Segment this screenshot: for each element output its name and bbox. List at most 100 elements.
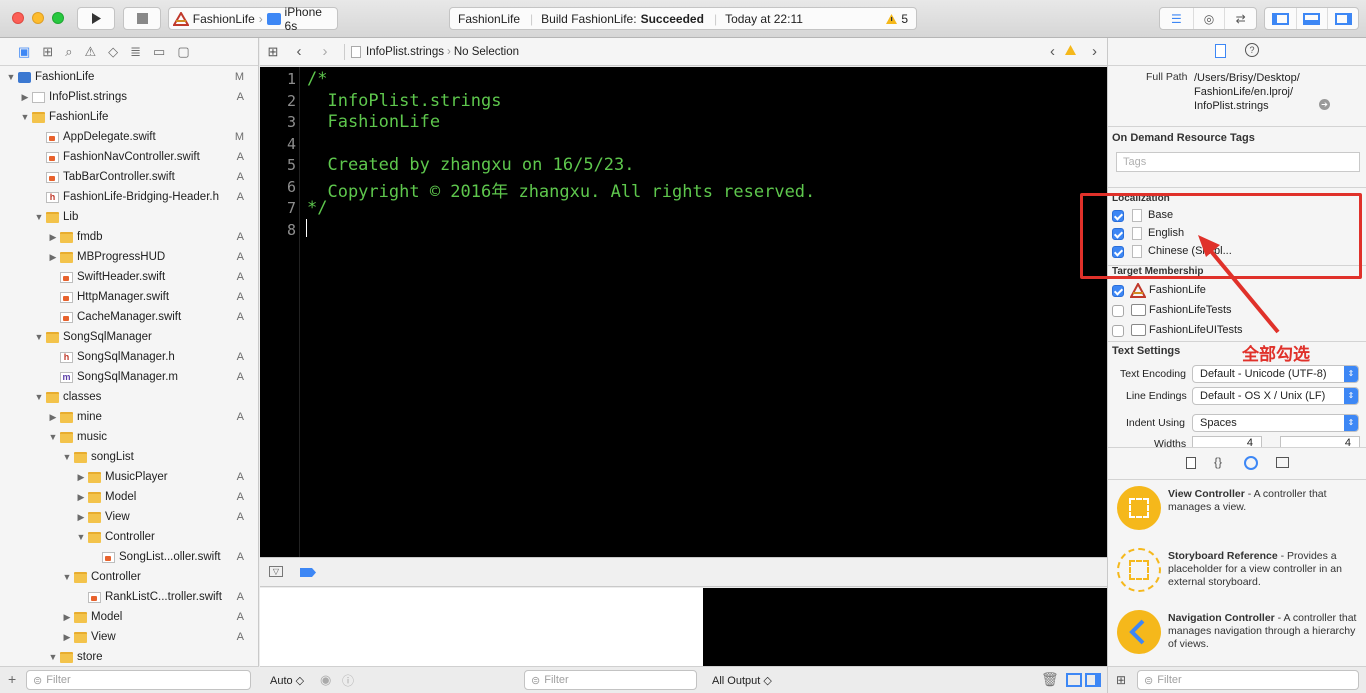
next-issue-icon[interactable]: › — [1092, 43, 1097, 60]
library-filter-input[interactable]: ⊜ Filter — [1137, 670, 1359, 690]
navigator-row[interactable]: ▶ InfoPlist.strings A — [0, 87, 258, 107]
navigator-row[interactable]: ▼ classes — [0, 387, 258, 407]
eye-icon[interactable]: ◉ — [320, 672, 331, 688]
disclosure-open-icon[interactable]: ▼ — [62, 572, 72, 582]
navigator-row[interactable]: ▶ View A — [0, 507, 258, 527]
navigator-row[interactable]: TabBarController.swift A — [0, 167, 258, 187]
stop-button[interactable] — [123, 7, 161, 30]
trash-icon[interactable]: 🗑 — [1041, 671, 1059, 688]
navigator-row[interactable]: ▶ MBProgressHUD A — [0, 247, 258, 267]
navigator-row[interactable]: AppDelegate.swift M — [0, 127, 258, 147]
hide-debug-area-icon[interactable]: ▽ — [269, 566, 283, 577]
navigator-row[interactable]: ▼ Controller — [0, 567, 258, 587]
run-button[interactable] — [77, 7, 115, 30]
line-endings-popup[interactable]: Default - OS X / Unix (LF) ⇕ — [1192, 387, 1359, 405]
navigator-row[interactable]: ▼ Controller — [0, 527, 258, 547]
reveal-in-finder-icon[interactable]: ➔ — [1319, 99, 1330, 110]
report-navigator-icon[interactable]: ▢ — [177, 44, 189, 60]
navigator-row[interactable]: FashionNavController.swift A — [0, 147, 258, 167]
tab-width-field[interactable]: 4 — [1192, 436, 1262, 447]
grid-view-icon[interactable]: ⊞ — [1116, 673, 1126, 687]
navigator-row[interactable]: RankListC...troller.swift A — [0, 587, 258, 607]
object-library-icon[interactable] — [1244, 456, 1258, 470]
disclosure-closed-icon[interactable]: ▶ — [76, 472, 86, 483]
disclosure-open-icon[interactable]: ▼ — [48, 652, 58, 662]
navigator-row[interactable]: ▶ Model A — [0, 607, 258, 627]
navigator-row[interactable]: h FashionLife-Bridging-Header.h A — [0, 187, 258, 207]
standard-editor-icon[interactable]: ☰ — [1160, 8, 1193, 29]
code-line[interactable]: /* — [307, 69, 327, 89]
disclosure-closed-icon[interactable]: ▶ — [48, 252, 58, 263]
add-icon[interactable]: + — [8, 671, 16, 687]
breakpoint-toggle-icon[interactable] — [300, 568, 316, 577]
console-output[interactable] — [703, 588, 1107, 666]
version-editor-icon[interactable]: ⇄ — [1224, 8, 1256, 29]
navigator-row[interactable]: ▶ Model A — [0, 487, 258, 507]
tags-input[interactable]: Tags — [1116, 152, 1360, 172]
forward-icon[interactable]: › — [312, 43, 338, 60]
close-window-button[interactable] — [12, 12, 24, 24]
output-popup[interactable]: All Output ◇ — [712, 674, 772, 687]
file-template-library-icon[interactable] — [1186, 457, 1196, 469]
navigator-row[interactable]: CacheManager.swift A — [0, 307, 258, 327]
disclosure-open-icon[interactable]: ▼ — [6, 72, 16, 82]
minimize-window-button[interactable] — [32, 12, 44, 24]
indent-width-field[interactable]: 4 — [1280, 436, 1360, 447]
target-membership-checkbox[interactable] — [1112, 325, 1124, 337]
warning-icon[interactable] — [1064, 44, 1077, 59]
source-editor[interactable]: 1 2 3 4 5 6 7 8 /* InfoPlist.strings FashionLif… — [260, 67, 1107, 557]
disclosure-closed-icon[interactable]: ▶ — [20, 92, 30, 103]
code-line[interactable]: Copyright © 2016年 zhangxu. All rights re… — [307, 177, 815, 202]
issue-navigator-icon[interactable]: ⚠ — [84, 44, 96, 60]
folder-icon[interactable]: ▣ — [18, 44, 30, 60]
disclosure-open-icon[interactable]: ▼ — [62, 452, 72, 462]
split-right-icon[interactable] — [1085, 673, 1101, 687]
code-line[interactable]: FashionLife — [307, 112, 440, 132]
back-icon[interactable]: ‹ — [286, 43, 312, 60]
target-membership-checkbox[interactable] — [1112, 305, 1124, 317]
assistant-editor-icon[interactable]: ◎ — [1192, 8, 1225, 29]
info-icon[interactable]: ⓘ — [342, 672, 354, 689]
search-icon[interactable]: ⌕ — [65, 44, 72, 60]
indent-using-popup[interactable]: Spaces ⇕ — [1192, 414, 1359, 432]
navigator-row[interactable]: ▼ songList — [0, 447, 258, 467]
navigator-row[interactable]: ▼ SongSqlManager — [0, 327, 258, 347]
navigator-row[interactable]: SongList...oller.swift A — [0, 547, 258, 567]
symbol-navigator-icon[interactable]: ⊞ — [42, 44, 53, 60]
disclosure-closed-icon[interactable]: ▶ — [48, 232, 58, 243]
disclosure-open-icon[interactable]: ▼ — [48, 432, 58, 442]
zoom-window-button[interactable] — [52, 12, 64, 24]
code-line[interactable]: */ — [307, 198, 327, 218]
disclosure-closed-icon[interactable]: ▶ — [62, 632, 72, 643]
help-icon[interactable]: ? — [1245, 43, 1259, 57]
jumpbar-selection[interactable]: No Selection — [454, 46, 519, 58]
navigator-row[interactable]: h SongSqlManager.h A — [0, 347, 258, 367]
navigator-row[interactable]: ▼ Lib — [0, 207, 258, 227]
inspector-toggle-icon[interactable] — [1327, 8, 1358, 29]
navigator-row[interactable]: ▶ mine A — [0, 407, 258, 427]
target-membership-checkbox[interactable] — [1112, 285, 1124, 297]
warning-indicator[interactable]: 5 — [885, 12, 908, 26]
disclosure-open-icon[interactable]: ▼ — [34, 212, 44, 222]
code-line[interactable]: InfoPlist.strings — [307, 91, 501, 111]
file-inspector-icon[interactable] — [1215, 44, 1226, 58]
disclosure-open-icon[interactable]: ▼ — [34, 392, 44, 402]
navigator-row[interactable]: ▶ MusicPlayer A — [0, 467, 258, 487]
navigator-row[interactable]: SwiftHeader.swift A — [0, 267, 258, 287]
disclosure-open-icon[interactable]: ▼ — [20, 112, 30, 122]
test-navigator-icon[interactable]: ◇ — [108, 44, 118, 60]
auto-variables-popup[interactable]: Auto ◇ — [270, 674, 304, 687]
navigator-row[interactable]: m SongSqlManager.m A — [0, 367, 258, 387]
split-left-icon[interactable] — [1066, 673, 1082, 687]
disclosure-open-icon[interactable]: ▼ — [76, 532, 86, 542]
debug-navigator-icon[interactable]: ≣ — [130, 44, 141, 60]
navigator-filter-input[interactable]: ⊜ Filter — [26, 670, 251, 690]
previous-issue-icon[interactable]: ‹ — [1050, 43, 1055, 60]
scheme-selector[interactable]: FashionLife › iPhone 6s — [168, 5, 338, 33]
navigator-row[interactable]: ▼ FashionLife M — [0, 67, 258, 87]
navigator-row[interactable]: ▼ store — [0, 647, 258, 667]
disclosure-closed-icon[interactable]: ▶ — [76, 492, 86, 503]
debug-toggle-icon[interactable] — [1295, 8, 1328, 29]
code-line[interactable]: Created by zhangxu on 16/5/23. — [307, 155, 634, 175]
navigator-toggle-icon[interactable] — [1265, 8, 1296, 29]
